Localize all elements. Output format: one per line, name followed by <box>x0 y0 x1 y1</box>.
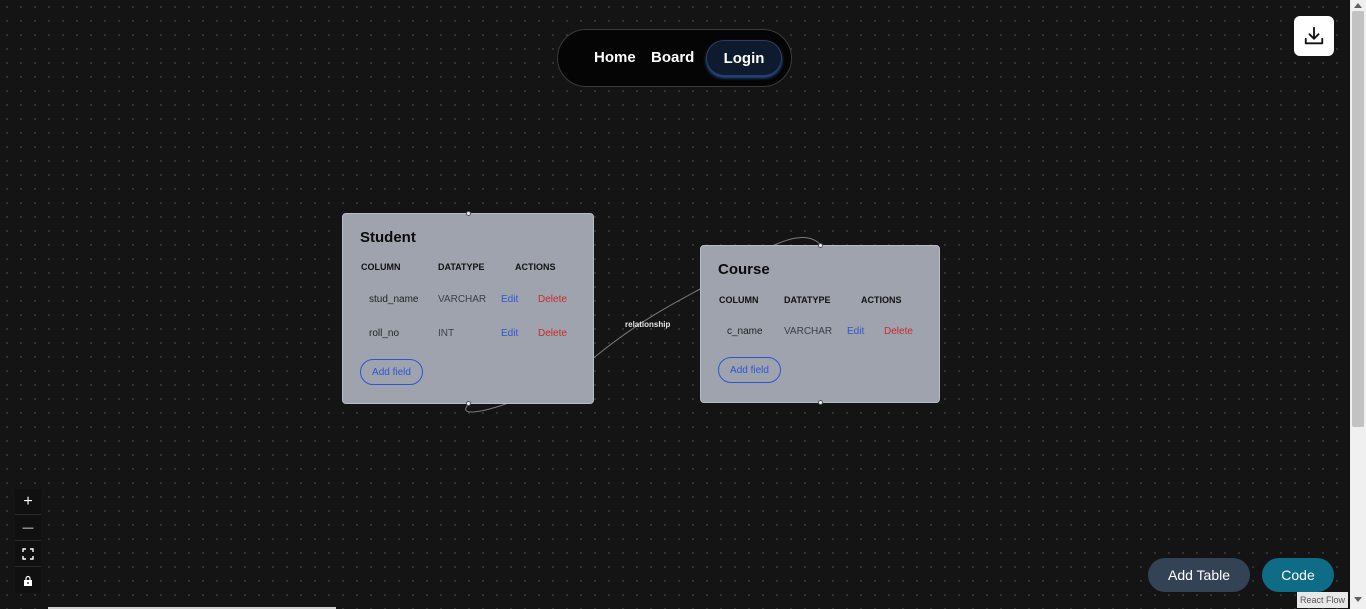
edit-field-button[interactable]: Edit <box>501 328 518 339</box>
vertical-scrollbar[interactable] <box>1350 0 1366 609</box>
column-header: COLUMN <box>719 295 759 305</box>
lock-button[interactable] <box>15 567 41 593</box>
add-field-button[interactable]: Add field <box>360 359 423 385</box>
react-flow-attribution[interactable]: React Flow <box>1297 592 1349 608</box>
zoom-in-button[interactable]: + <box>15 489 41 515</box>
field-name: roll_no <box>369 328 400 339</box>
scroll-thumb[interactable] <box>1352 11 1364 427</box>
connection-handle-top[interactable] <box>466 211 471 216</box>
flow-canvas[interactable]: relationship Student COLUMN DATATYPE ACT… <box>0 0 1350 609</box>
edit-field-button[interactable]: Edit <box>847 326 864 337</box>
delete-field-button[interactable]: Delete <box>884 326 913 337</box>
table-title: Course <box>718 261 770 278</box>
zoom-in-icon: + <box>23 492 33 510</box>
datatype-header: DATATYPE <box>784 295 831 305</box>
add-field-button[interactable]: Add field <box>718 357 781 383</box>
delete-field-button[interactable]: Delete <box>538 328 567 339</box>
actions-header: ACTIONS <box>861 295 902 305</box>
nav-login-button[interactable]: Login <box>706 40 782 76</box>
connection-handle-top[interactable] <box>818 243 823 248</box>
flow-controls: + — <box>15 489 41 593</box>
fit-view-icon <box>22 547 34 560</box>
column-header: COLUMN <box>361 262 401 272</box>
code-button[interactable]: Code <box>1262 558 1334 592</box>
scroll-down-arrow-icon[interactable] <box>1354 597 1362 602</box>
edge-label: relationship <box>625 320 671 329</box>
lock-icon <box>24 575 32 586</box>
field-name: stud_name <box>369 294 419 305</box>
download-button[interactable] <box>1294 16 1334 56</box>
scroll-up-arrow-icon[interactable] <box>1354 3 1362 8</box>
fit-view-button[interactable] <box>15 541 41 567</box>
connection-handle-bottom[interactable] <box>818 400 823 405</box>
edit-field-button[interactable]: Edit <box>501 294 518 305</box>
download-icon <box>1304 26 1324 45</box>
field-datatype: VARCHAR <box>784 326 833 337</box>
edges-layer <box>465 236 821 413</box>
table-title: Student <box>360 229 416 246</box>
delete-field-button[interactable]: Delete <box>538 294 567 305</box>
zoom-out-icon: — <box>22 521 34 534</box>
datatype-header: DATATYPE <box>438 262 485 272</box>
actions-header: ACTIONS <box>515 262 556 272</box>
table-node-course[interactable]: Course COLUMN DATATYPE ACTIONS c_name VA… <box>700 243 940 405</box>
field-datatype: VARCHAR <box>438 294 487 305</box>
top-nav: Home Board Login <box>557 29 792 87</box>
nav-board-link[interactable]: Board <box>651 49 694 66</box>
field-name: c_name <box>727 326 763 337</box>
add-table-button[interactable]: Add Table <box>1148 558 1250 592</box>
zoom-out-button[interactable]: — <box>15 515 41 541</box>
nav-home-link[interactable]: Home <box>594 49 636 66</box>
connection-handle-bottom[interactable] <box>466 401 471 406</box>
field-datatype: INT <box>438 328 455 339</box>
table-node-student[interactable]: Student COLUMN DATATYPE ACTIONS stud_nam… <box>342 211 594 406</box>
